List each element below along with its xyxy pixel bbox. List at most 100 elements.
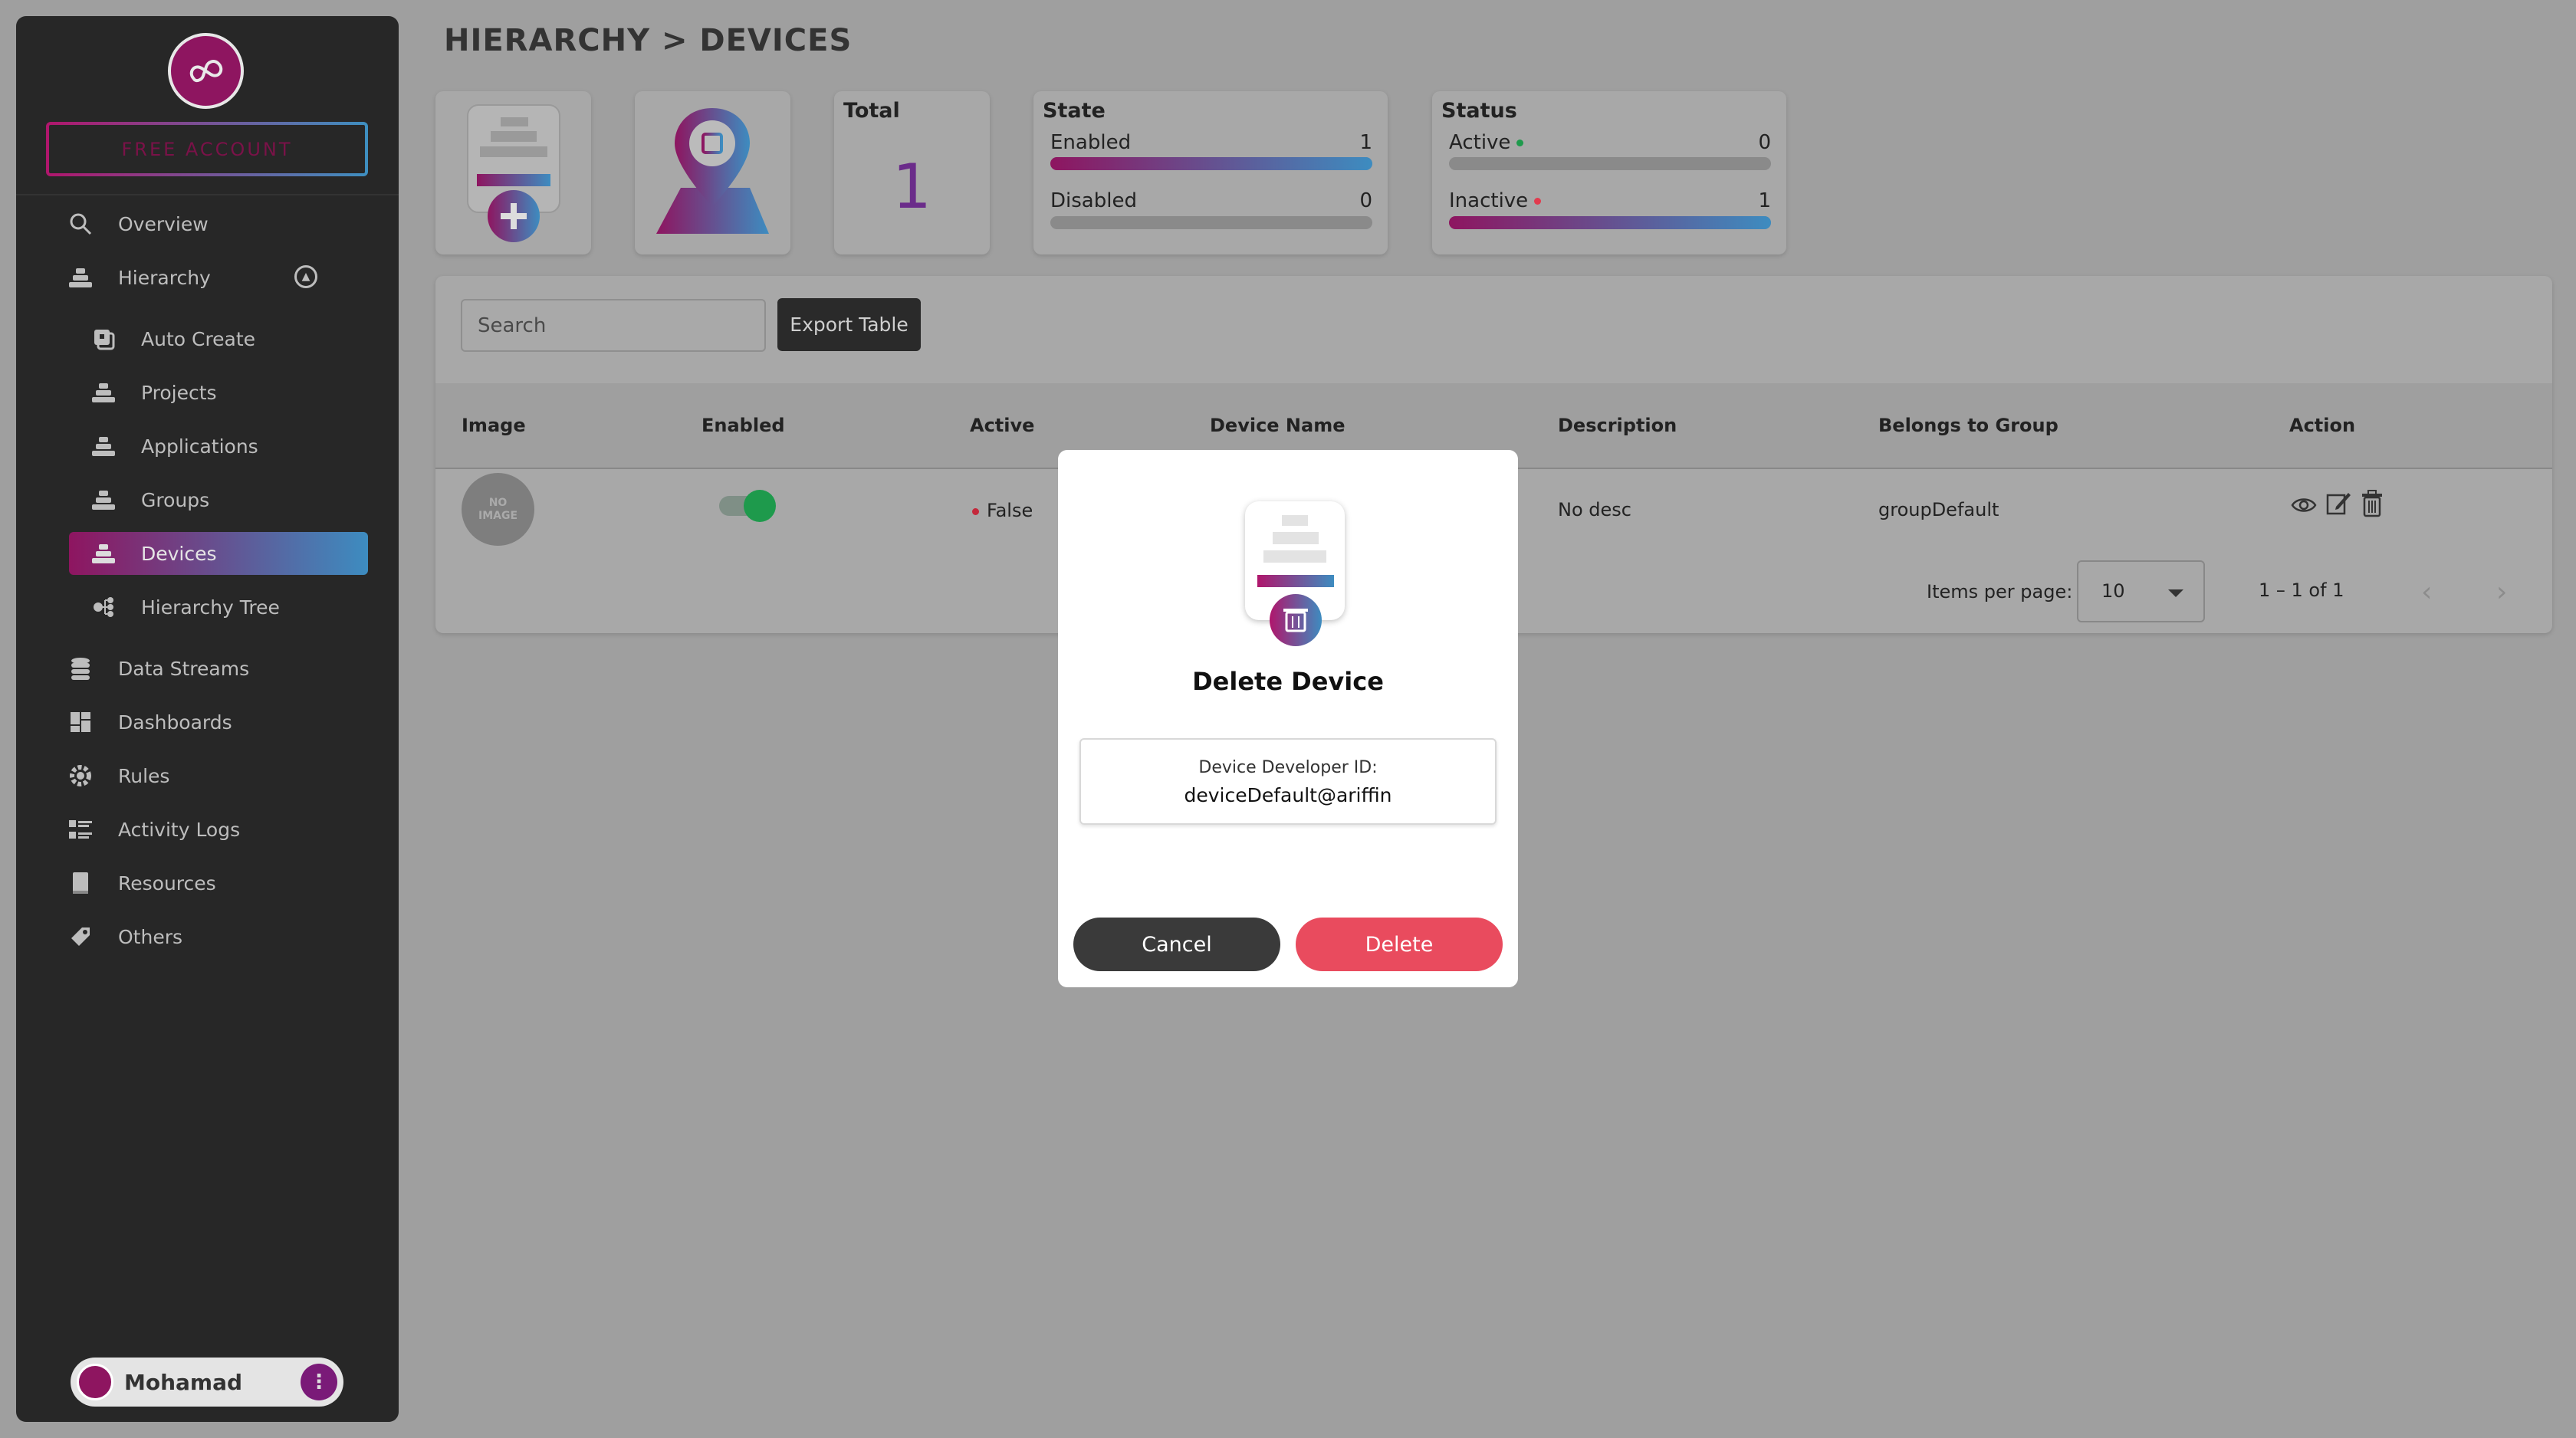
total-title: Total <box>843 99 900 123</box>
device-map-card[interactable] <box>635 91 790 254</box>
sidebar-item-label: Others <box>118 925 183 948</box>
user-chip[interactable]: Mohamad ⋮ <box>71 1358 343 1407</box>
sidebar-item-projects[interactable]: Projects <box>90 371 366 414</box>
status-inactive-text: Inactive <box>1449 189 1529 212</box>
export-table-button[interactable]: Export Table <box>777 298 921 351</box>
paginator-range: 1 – 1 of 1 <box>2259 579 2344 601</box>
cancel-button[interactable]: Cancel <box>1073 918 1280 971</box>
avatar <box>77 1364 113 1400</box>
list-icon <box>67 816 94 842</box>
status-title: Status <box>1441 99 1517 123</box>
status-active-value: 0 <box>1758 131 1771 154</box>
delete-button[interactable]: Delete <box>1296 918 1503 971</box>
page-size-select[interactable]: 10 <box>2077 560 2205 622</box>
column-header-device-name[interactable]: Device Name <box>1210 415 1346 436</box>
chevron-left-icon[interactable]: ‹ <box>2421 576 2432 608</box>
column-header-action: Action <box>2289 415 2356 436</box>
total-value: 1 <box>892 151 932 222</box>
device-developer-id-box: Device Developer ID: deviceDefault@ariff… <box>1079 738 1497 825</box>
state-card: State Enabled 1 Disabled 0 <box>1033 91 1388 254</box>
sidebar-item-rules[interactable]: Rules <box>67 754 366 797</box>
stack-icon <box>90 487 117 513</box>
state-disabled-label: Disabled <box>1050 189 1137 212</box>
sidebar-item-groups[interactable]: Groups <box>90 478 366 521</box>
free-account-badge[interactable]: FREE ACCOUNT <box>46 122 368 176</box>
column-header-enabled[interactable]: Enabled <box>702 415 785 436</box>
tag-icon <box>67 924 94 950</box>
items-per-page-label: Items per page: <box>1927 581 2073 602</box>
device-developer-id-value: deviceDefault@ariffin <box>1184 784 1392 806</box>
sidebar-item-hierarchy[interactable]: Hierarchy <box>67 256 320 299</box>
no-image-text-2: IMAGE <box>478 509 518 522</box>
auto-create-icon <box>90 326 117 352</box>
status-inactive-bar <box>1449 216 1771 229</box>
more-vertical-icon[interactable]: ⋮ <box>301 1364 337 1400</box>
state-enabled-value: 1 <box>1359 131 1372 154</box>
status-inactive-value: 1 <box>1758 189 1771 212</box>
sidebar-item-label: Applications <box>141 435 258 458</box>
page-title: HIERARCHY > DEVICES <box>444 23 853 58</box>
state-disabled-value: 0 <box>1359 189 1372 212</box>
sidebar-item-dashboards[interactable]: Dashboards <box>67 701 366 744</box>
hierarchy-icon <box>67 264 94 291</box>
no-image-text-1: NO <box>488 496 508 509</box>
sidebar-item-applications[interactable]: Applications <box>90 425 366 468</box>
state-enabled-label: Enabled <box>1050 131 1132 154</box>
sidebar-item-label: Rules <box>118 764 170 787</box>
description-cell: No desc <box>1558 499 1631 520</box>
column-header-description[interactable]: Description <box>1558 415 1677 436</box>
column-header-group[interactable]: Belongs to Group <box>1878 415 2058 436</box>
stack-icon <box>90 433 117 459</box>
status-card: Status Active 0 Inactive 1 <box>1432 91 1786 254</box>
chevron-right-icon[interactable]: › <box>2496 576 2507 608</box>
map-pin-icon <box>656 108 769 234</box>
sidebar-item-others[interactable]: Others <box>67 915 366 958</box>
column-header-active[interactable]: Active <box>970 415 1034 436</box>
status-active-bar <box>1449 157 1771 170</box>
edit-icon[interactable] <box>2325 490 2351 517</box>
state-enabled-bar <box>1050 157 1372 170</box>
sidebar-item-resources[interactable]: Resources <box>67 862 366 904</box>
group-cell: groupDefault <box>1878 499 1999 520</box>
sidebar-item-label: Devices <box>141 542 217 565</box>
sidebar-item-label: Hierarchy <box>118 266 211 289</box>
status-active-text: Active <box>1449 131 1511 154</box>
state-title: State <box>1043 99 1106 123</box>
tree-icon <box>90 594 117 620</box>
sidebar-item-data-streams[interactable]: Data Streams <box>67 647 366 690</box>
chevron-up-icon[interactable]: ▲ <box>294 265 317 288</box>
database-icon <box>67 655 94 681</box>
delete-trash-icon[interactable] <box>2360 490 2384 517</box>
sidebar-item-label: Groups <box>141 488 210 511</box>
infinity-logo-icon <box>189 59 222 82</box>
column-header-image[interactable]: Image <box>462 415 526 436</box>
gear-icon <box>67 763 94 789</box>
add-device-icon <box>467 104 560 242</box>
view-eye-icon[interactable] <box>2290 491 2318 519</box>
search-icon <box>67 211 94 237</box>
status-active-label: Active <box>1449 131 1524 154</box>
device-developer-id-label: Device Developer ID: <box>1198 758 1378 777</box>
inactive-dot-icon <box>1534 198 1542 205</box>
sidebar-item-devices[interactable]: Devices <box>69 532 368 575</box>
inactive-dot-icon <box>972 507 979 515</box>
page-size-value: 10 <box>2101 580 2125 602</box>
add-device-card[interactable] <box>435 91 591 254</box>
sidebar-item-label: Auto Create <box>141 327 256 350</box>
active-value: False <box>987 500 1033 521</box>
total-card: Total 1 <box>834 91 990 254</box>
device-image-placeholder: NO IMAGE <box>462 473 534 546</box>
sidebar-item-activity-logs[interactable]: Activity Logs <box>67 808 366 851</box>
status-inactive-label: Inactive <box>1449 189 1542 212</box>
sidebar-item-hierarchy-tree[interactable]: Hierarchy Tree <box>90 586 366 629</box>
sidebar-item-auto-create[interactable]: Auto Create <box>90 317 366 360</box>
enabled-toggle-knob[interactable] <box>744 490 776 522</box>
active-cell: False <box>972 500 1033 521</box>
search-input[interactable] <box>461 299 766 352</box>
sidebar-item-label: Resources <box>118 872 216 895</box>
sidebar-item-label: Activity Logs <box>118 818 241 841</box>
sidebar-item-overview[interactable]: Overview <box>67 202 374 245</box>
sidebar-item-label: Overview <box>118 212 209 235</box>
app-logo[interactable] <box>168 33 244 109</box>
state-disabled-bar <box>1050 216 1372 229</box>
